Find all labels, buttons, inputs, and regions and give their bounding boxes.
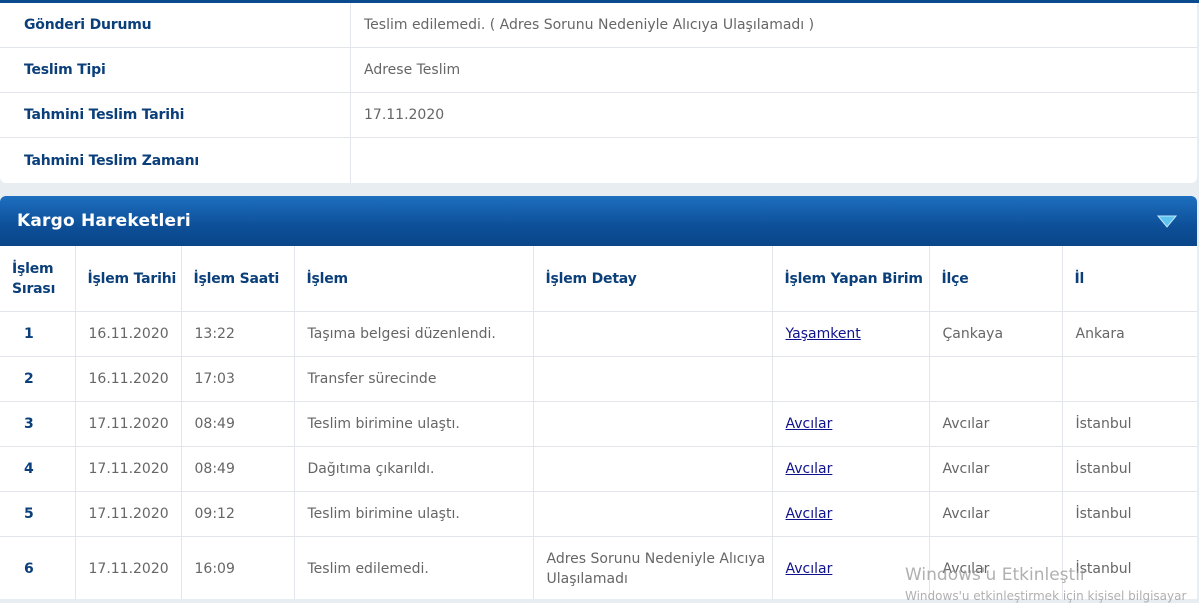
col-header-ilce: İlçe <box>929 246 1063 312</box>
info-row-status: Gönderi Durumu Teslim edilemedi. ( Adres… <box>0 3 1197 48</box>
info-value: 17.11.2020 <box>364 107 445 123</box>
info-row-estimated-date: Tahmini Teslim Tarihi 17.11.2020 <box>0 93 1197 138</box>
unit-link[interactable]: Avcılar <box>786 561 833 577</box>
cell-islem: Teslim birimine ulaştı. <box>294 401 534 447</box>
col-header-saat: İşlem Saati <box>181 246 295 312</box>
table-row: 2 16.11.2020 17:03 Transfer sürecinde <box>0 356 1197 402</box>
cell-sira: 6 <box>0 536 76 599</box>
col-header-islem: İşlem <box>294 246 534 312</box>
cell-ilce: Avcılar <box>929 491 1063 537</box>
cell-il: İstanbul <box>1062 491 1197 537</box>
col-header-birim: İşlem Yapan Birim <box>772 246 930 312</box>
windows-activation-watermark: Windows'u Etkinleştir <box>905 565 1087 585</box>
cell-il: İstanbul <box>1062 401 1197 447</box>
cell-saat: 09:12 <box>181 491 295 537</box>
section-title: Kargo Hareketleri <box>17 211 191 231</box>
cell-sira: 5 <box>0 491 76 537</box>
unit-link[interactable]: Avcılar <box>786 461 833 477</box>
cell-saat: 08:49 <box>181 401 295 447</box>
cell-tarih: 17.11.2020 <box>75 401 182 447</box>
cell-tarih: 16.11.2020 <box>75 311 182 357</box>
col-header-tarih: İşlem Tarihi <box>75 246 182 312</box>
col-header-sira: İşlem Sırası <box>0 246 76 312</box>
info-value: Adrese Teslim <box>364 62 461 78</box>
col-header-il: İl <box>1062 246 1197 312</box>
cell-sira: 1 <box>0 311 76 357</box>
info-row-delivery-type: Teslim Tipi Adrese Teslim <box>0 48 1197 93</box>
cargo-movements-header[interactable]: Kargo Hareketleri <box>0 196 1197 246</box>
cell-detay <box>533 401 773 447</box>
cell-detay <box>533 356 773 402</box>
cell-detay <box>533 491 773 537</box>
cell-detay: Adres Sorunu Nedeniyle Alıcıya Ulaşılama… <box>533 536 773 599</box>
unit-link[interactable]: Avcılar <box>786 416 833 432</box>
table-row: 1 16.11.2020 13:22 Taşıma belgesi düzenl… <box>0 311 1197 357</box>
cell-islem: Transfer sürecinde <box>294 356 534 402</box>
cell-islem: Taşıma belgesi düzenlendi. <box>294 311 534 357</box>
cell-ilce <box>929 356 1063 402</box>
col-header-detay: İşlem Detay <box>533 246 773 312</box>
info-value: Teslim edilemedi. ( Adres Sorunu Nedeniy… <box>364 17 815 33</box>
windows-activation-subtext: Windows'u etkinleştirmek için kişisel bi… <box>905 589 1187 603</box>
unit-link[interactable]: Avcılar <box>786 506 833 522</box>
cell-il <box>1062 356 1197 402</box>
cell-sira: 4 <box>0 446 76 492</box>
table-row: 4 17.11.2020 08:49 Dağıtıma çıkarıldı. A… <box>0 446 1197 492</box>
info-label: Tahmini Teslim Tarihi <box>0 93 351 137</box>
cell-birim: Avcılar <box>772 446 930 492</box>
shipment-info-table: Gönderi Durumu Teslim edilemedi. ( Adres… <box>0 3 1197 183</box>
info-row-estimated-time: Tahmini Teslim Zamanı <box>0 138 1197 183</box>
info-label: Tahmini Teslim Zamanı <box>0 138 351 183</box>
table-row: 3 17.11.2020 08:49 Teslim birimine ulaşt… <box>0 401 1197 447</box>
cell-tarih: 17.11.2020 <box>75 536 182 599</box>
chevron-down-icon[interactable] <box>1157 214 1177 228</box>
cell-islem: Teslim edilemedi. <box>294 536 534 599</box>
cargo-movements-table: İşlem Sırası İşlem Tarihi İşlem Saati İş… <box>0 246 1197 599</box>
cell-saat: 13:22 <box>181 311 295 357</box>
cell-sira: 3 <box>0 401 76 447</box>
cell-ilce: Avcılar <box>929 446 1063 492</box>
info-label: Teslim Tipi <box>0 48 351 92</box>
cell-tarih: 16.11.2020 <box>75 356 182 402</box>
cell-tarih: 17.11.2020 <box>75 446 182 492</box>
cell-detay <box>533 311 773 357</box>
cell-birim <box>772 356 930 402</box>
info-label: Gönderi Durumu <box>0 3 351 47</box>
cell-il: Ankara <box>1062 311 1197 357</box>
cell-tarih: 17.11.2020 <box>75 491 182 537</box>
info-value <box>351 138 1197 183</box>
cell-ilce: Çankaya <box>929 311 1063 357</box>
cell-detay <box>533 446 773 492</box>
cell-ilce: Avcılar <box>929 401 1063 447</box>
cell-il: İstanbul <box>1062 446 1197 492</box>
cell-sira: 2 <box>0 356 76 402</box>
unit-link[interactable]: Yaşamkent <box>786 326 861 342</box>
cell-birim: Avcılar <box>772 491 930 537</box>
cell-saat: 17:03 <box>181 356 295 402</box>
cell-birim: Yaşamkent <box>772 311 930 357</box>
cell-islem: Dağıtıma çıkarıldı. <box>294 446 534 492</box>
cell-birim: Avcılar <box>772 401 930 447</box>
cell-saat: 16:09 <box>181 536 295 599</box>
table-header-row: İşlem Sırası İşlem Tarihi İşlem Saati İş… <box>0 246 1197 312</box>
cell-saat: 08:49 <box>181 446 295 492</box>
cell-islem: Teslim birimine ulaştı. <box>294 491 534 537</box>
table-row: 5 17.11.2020 09:12 Teslim birimine ulaşt… <box>0 491 1197 537</box>
